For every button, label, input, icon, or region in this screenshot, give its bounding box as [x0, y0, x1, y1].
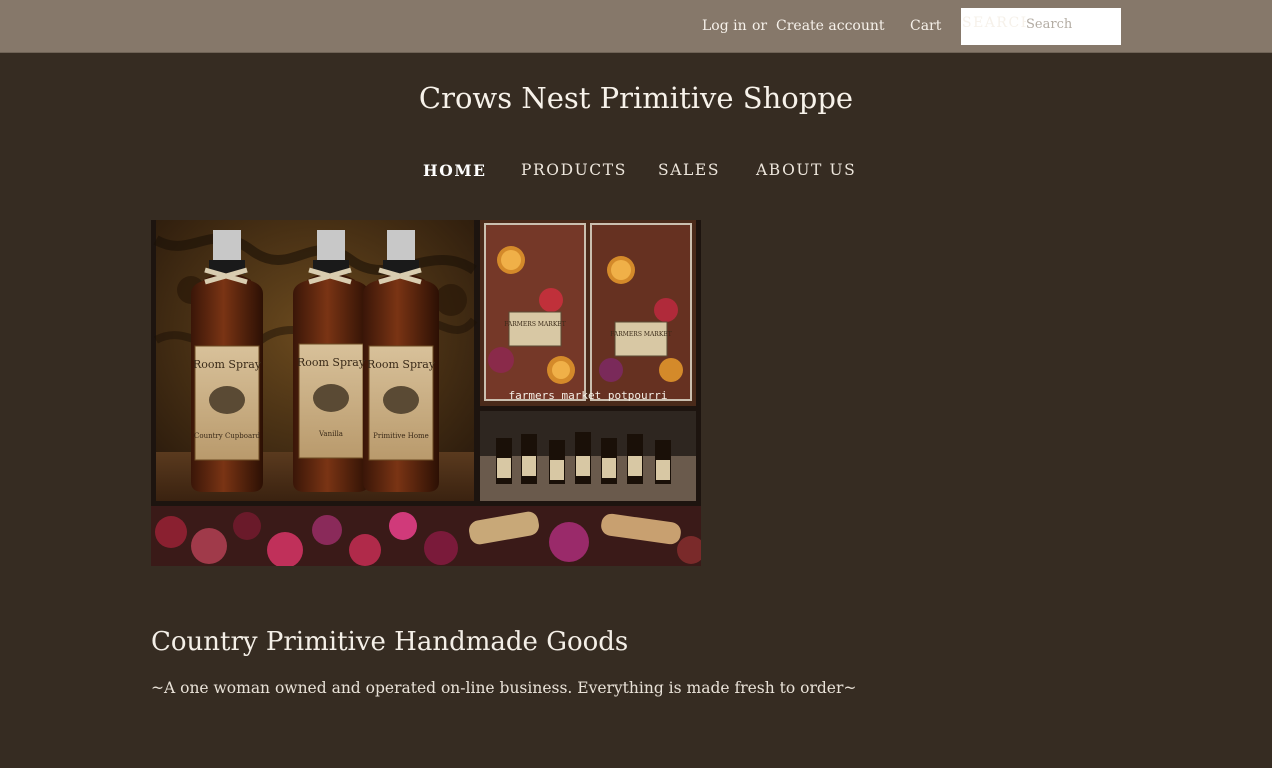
- nav-item-about-us[interactable]: ABOUT US: [756, 162, 856, 179]
- bag-label-2: FARMERS MARKET: [610, 331, 671, 338]
- potpourri-caption: farmers market potpourri: [509, 389, 668, 402]
- bottle-label-1: Room Spray: [193, 358, 262, 371]
- bottle-scent-3: Primitive Home: [373, 432, 429, 440]
- tagline-text: ~A one woman owned and operated on-line …: [151, 679, 857, 697]
- search-input[interactable]: [1026, 12, 1116, 36]
- or-separator: or: [752, 18, 768, 34]
- nav-item-products[interactable]: PRODUCTS: [521, 162, 627, 179]
- hero-collage-image: Room Spray Room Spray Room Spray Country…: [151, 220, 701, 566]
- search-submit-button[interactable]: SEARCH: [962, 16, 1026, 30]
- search-form: SEARCH: [961, 8, 1121, 45]
- bottle-label-2: Room Spray: [297, 356, 366, 369]
- top-bar: Log in or Create account Cart SEARCH: [0, 0, 1272, 53]
- create-account-link[interactable]: Create account: [776, 19, 885, 33]
- site-title[interactable]: Crows Nest Primitive Shoppe: [0, 81, 1272, 116]
- bag-label-1: FARMERS MARKET: [504, 321, 565, 328]
- bottle-scent-1: Country Cupboard: [194, 432, 260, 440]
- cart-link[interactable]: Cart: [910, 19, 941, 33]
- nav-item-home[interactable]: HOME: [423, 163, 487, 179]
- page-heading: Country Primitive Handmade Goods: [151, 627, 629, 657]
- main-nav: HOME PRODUCTS SALES ABOUT US: [0, 161, 1272, 181]
- nav-item-sales[interactable]: SALES: [658, 162, 720, 179]
- login-link[interactable]: Log in: [702, 19, 747, 33]
- bottle-label-3: Room Spray: [367, 358, 436, 371]
- bottle-scent-2: Vanilla: [318, 430, 343, 438]
